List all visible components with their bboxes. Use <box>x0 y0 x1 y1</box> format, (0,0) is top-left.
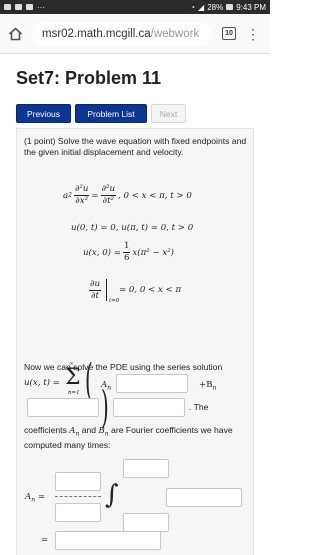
right-paren: ) <box>101 382 109 433</box>
velocity-rhs: = 0, 0 < x < π <box>118 285 182 295</box>
lhs-numerator: ∂²u <box>73 184 90 196</box>
problem-panel: (1 point) Solve the wave equation with f… <box>16 128 254 555</box>
velocity-denominator: ∂t <box>91 290 99 301</box>
an-denominator-input[interactable] <box>55 503 101 522</box>
series-Bn: +Bn <box>199 380 216 392</box>
series-time-term-input[interactable] <box>113 398 185 417</box>
an-subscript: n <box>31 496 36 504</box>
series-the-text: . The <box>189 402 209 412</box>
page-title: Set7: Problem 11 <box>16 68 162 88</box>
problem-nav: Previous Problem List Next <box>16 104 186 123</box>
integral-upper-limit-input[interactable] <box>123 459 169 478</box>
play-notification-icon <box>26 4 33 10</box>
series-Bn-subscript: n <box>212 384 217 392</box>
fraction-numerator: 1 <box>122 241 131 253</box>
an-lhs: An = <box>25 492 45 504</box>
browser-toolbar: msr02.math.mcgill.ca/webwork 10 ⋮ <box>0 14 270 54</box>
clock: 9:43 PM <box>236 2 266 12</box>
signal-icon: ◢ <box>198 2 205 12</box>
summation-symbol: Σ <box>65 365 81 390</box>
more-notifications-icon: ··· <box>37 2 45 12</box>
domain-condition: , 0 < x < π, t > 0 <box>118 190 192 201</box>
displacement-rhs: x(π² − x²) <box>132 247 175 258</box>
velocity-numerator: ∂u <box>89 278 101 291</box>
home-icon[interactable] <box>6 25 24 43</box>
problem-list-button[interactable]: Problem List <box>75 104 147 123</box>
coeff-and-word: and <box>81 425 97 435</box>
boundary-conditions: u(0, t) = 0, u(π, t) = 0, t > 0 <box>71 223 194 233</box>
an-fraction-bar <box>55 496 101 497</box>
integral-lower-limit-input[interactable] <box>123 513 169 532</box>
url-field[interactable]: msr02.math.mcgill.ca/webwork <box>32 21 212 46</box>
previous-button[interactable]: Previous <box>16 104 71 123</box>
integrand-input[interactable] <box>166 488 242 507</box>
initial-displacement: u(x, 0) = 16 x(π² − x²) <box>83 242 174 263</box>
velocity-fraction: ∂u ∂t <box>89 278 101 301</box>
initial-velocity: ∂u ∂t t=0 = 0, 0 < x < π <box>87 278 182 304</box>
battery-icon <box>226 4 234 10</box>
one-sixth-fraction: 16 <box>122 241 131 263</box>
coefficients-text: coefficients An and Bn are Fourier coeff… <box>24 425 250 452</box>
an-result-input[interactable] <box>55 531 161 550</box>
app-notification-icon <box>15 4 22 10</box>
rhs-fraction: ∂²u ∂t² <box>100 184 117 206</box>
displacement-lhs: u(x, 0) = <box>83 247 121 258</box>
rhs-numerator: ∂²u <box>100 184 117 196</box>
image-notification-icon <box>4 4 11 10</box>
url-domain: msr02.math.mcgill.ca <box>42 27 151 40</box>
an-numerator-input[interactable] <box>55 472 101 491</box>
fraction-denominator: 6 <box>123 253 130 263</box>
coeff-Bn-subscript: n <box>104 430 109 438</box>
sum-lower-limit: n=1 <box>68 390 80 396</box>
next-button: Next <box>151 104 186 123</box>
evaluation-subscript: t=0 <box>108 298 120 304</box>
series-Bn-letter: +B <box>199 380 213 390</box>
an-equals: = <box>37 492 46 502</box>
wifi-icon: ◔ <box>190 2 196 12</box>
coefficients-word: coefficients <box>24 425 67 435</box>
integral-sign: ∫ <box>105 480 119 510</box>
rhs-denominator: ∂t² <box>102 196 114 206</box>
url-path: /webwork <box>150 27 200 40</box>
notification-icons: ··· <box>4 3 45 12</box>
an-second-equals: = <box>41 535 49 545</box>
series-intro-text: Now we can solve the PDE using the serie… <box>24 362 223 372</box>
coeff-An-subscript: n <box>75 430 80 438</box>
series-lhs: u(x, t) = <box>24 378 60 388</box>
series-cos-term-input[interactable] <box>116 374 188 393</box>
battery-percent: 28% <box>207 2 224 12</box>
problem-intro: (1 point) Solve the wave equation with f… <box>24 136 247 158</box>
lhs-denominator: ∂x² <box>75 196 89 206</box>
wave-speed-exponent: 2 <box>68 192 72 199</box>
system-status: ◔ ◢ 28% 9:43 PM <box>190 3 266 12</box>
series-sin-term-input[interactable] <box>27 398 99 417</box>
tabs-count-icon[interactable]: 10 <box>222 27 236 40</box>
evaluation-bar: t=0 <box>105 279 119 304</box>
wave-equation: a2 ∂²u ∂x² = ∂²u ∂t² , 0 < x < π, t > 0 <box>63 184 192 206</box>
left-paren: ( <box>85 355 93 406</box>
overflow-menu-icon[interactable]: ⋮ <box>246 27 260 41</box>
status-bar: ··· ◔ ◢ 28% 9:43 PM <box>0 0 270 14</box>
lhs-fraction: ∂²u ∂x² <box>73 184 90 206</box>
